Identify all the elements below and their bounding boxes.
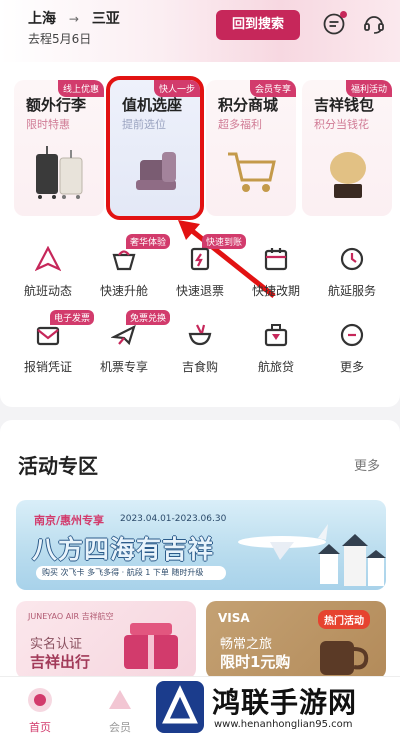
tile-line1: 畅常之旅 (220, 637, 273, 652)
more-icon (340, 323, 364, 347)
tile-line2: 吉祥出行 (30, 653, 91, 671)
mail-icon (36, 326, 60, 346)
card-points-mall[interactable]: 会员专享 积分商城 超多福利 (206, 80, 296, 216)
destination-city: 三亚 (91, 11, 120, 27)
service-label: 航延服务 (327, 284, 376, 298)
route-title[interactable]: 上海 → 三亚 (28, 8, 120, 28)
service-ticket[interactable]: 免票兑换 机票专享 (86, 310, 171, 376)
activity-more-link[interactable]: 更多 (354, 455, 380, 474)
service-food[interactable]: 吉食购 (162, 312, 238, 376)
luggage-icon (36, 146, 83, 199)
gift-box-icon (124, 623, 178, 669)
service-invoice[interactable]: 电子发票 报销凭证 (10, 310, 95, 376)
customer-service-icon[interactable] (362, 12, 386, 36)
briefcase-icon (264, 324, 288, 347)
service-reschedule[interactable]: 快捷改期 (238, 236, 314, 300)
service-flight-status[interactable]: 航班动态 (10, 236, 86, 300)
service-label: 航旅贷 (257, 360, 294, 374)
card-subtitle: 提前选位 (122, 118, 166, 131)
service-label: 更多 (339, 360, 364, 374)
watermark-title: 鸿联手游网 (212, 686, 358, 719)
tile-brand: JUNEYAO AIR 吉祥航空 (28, 612, 114, 621)
refund-icon (190, 247, 210, 271)
activity-title: 活动专区 (18, 454, 98, 478)
seat-icon (136, 152, 176, 190)
service-label: 航班动态 (23, 284, 72, 298)
tile-line1: 实名认证 (30, 637, 83, 652)
message-icon[interactable] (322, 11, 347, 36)
service-label: 报销凭证 (23, 360, 72, 374)
hot-activity-badge[interactable]: 热门活动 (318, 610, 370, 629)
card-wallet[interactable]: 福利活动 吉祥钱包 积分当钱花 (302, 80, 392, 216)
service-more[interactable]: 更多 (314, 312, 390, 376)
service-loan[interactable]: 航旅贷 (238, 312, 314, 376)
tile-brand: VISA (218, 611, 250, 625)
service-grid: 航班动态 奢华体验 快速升舱 快速到账 快速退票 快捷改期 航延服务 电子发票 … (8, 230, 392, 390)
service-delay[interactable]: 航延服务 (314, 236, 390, 300)
clock-icon (340, 247, 364, 271)
service-label: 机票专享 (99, 360, 148, 374)
back-to-search-button[interactable]: 回到搜索 (216, 10, 300, 40)
banner-date: 2023.04.01-2023.06.30 (120, 514, 227, 524)
plane-icon (111, 324, 136, 346)
quick-card-row: 线上优惠 额外行李 限时特惠 快人一步 值机选座 提前选位 会员专享 积分商城 … (14, 76, 392, 220)
card-subtitle: 限时特惠 (26, 118, 70, 131)
card-title: 值机选座 (122, 96, 183, 114)
watermark-url: www.henanhonglian95.com (214, 719, 353, 730)
service-refund[interactable]: 快速到账 快速退票 (162, 234, 247, 300)
home-icon (28, 688, 52, 712)
tab-label: 首页 (29, 721, 51, 734)
coffee-cup-icon (320, 641, 369, 675)
flight-status-icon (35, 246, 61, 272)
upgrade-icon (112, 250, 136, 271)
member-icon (109, 690, 131, 709)
card-extra-baggage[interactable]: 线上优惠 额外行李 限时特惠 (14, 80, 104, 216)
route-arrow-icon: → (68, 12, 79, 26)
card-title: 积分商城 (218, 96, 279, 114)
banner-headline: 八方四海有吉祥 (32, 535, 215, 564)
banner-tag: 南京/惠州专享 (34, 514, 105, 527)
wallet-icon (330, 152, 366, 198)
promo-tile-realname[interactable]: JUNEYAO AIR 吉祥航空 实名认证 吉祥出行 (16, 601, 196, 679)
town-icon (318, 534, 386, 586)
trip-date: 去程5月6日 (28, 32, 92, 46)
origin-city: 上海 (28, 11, 56, 27)
activity-banner[interactable]: 南京/惠州专享 2023.04.01-2023.06.30 八方四海有吉祥 购买… (16, 500, 386, 590)
watermark: 鸿联手游网 www.henanhonglian95.com (152, 679, 400, 739)
service-label: 吉食购 (181, 360, 218, 374)
shopping-cart-icon (228, 152, 276, 192)
tile-line2: 限时1元购 (220, 653, 291, 671)
card-subtitle: 积分当钱花 (314, 118, 369, 131)
card-subtitle: 超多福利 (218, 118, 262, 131)
calendar-icon (264, 248, 288, 271)
tab-home[interactable]: 首页 (10, 685, 70, 735)
service-upgrade[interactable]: 奢华体验 快速升舱 (86, 234, 171, 300)
service-label: 快速退票 (175, 284, 224, 298)
watermark-logo-icon (156, 681, 204, 733)
card-title: 额外行李 (26, 96, 87, 114)
card-checkin-seat[interactable]: 快人一步 值机选座 提前选位 (106, 76, 204, 220)
banner-footer: 购买 次飞卡 多飞多得 · 航段 1 下单 随时升级 (36, 566, 226, 580)
tab-member[interactable]: 会员 (90, 685, 150, 735)
airplane-icon (238, 524, 328, 560)
service-label: 快捷改期 (251, 284, 300, 298)
notification-dot (340, 11, 347, 18)
bowl-icon (188, 324, 212, 346)
tab-label: 会员 (109, 721, 131, 734)
service-label: 快速升舱 (99, 284, 148, 298)
card-title: 吉祥钱包 (314, 96, 375, 114)
